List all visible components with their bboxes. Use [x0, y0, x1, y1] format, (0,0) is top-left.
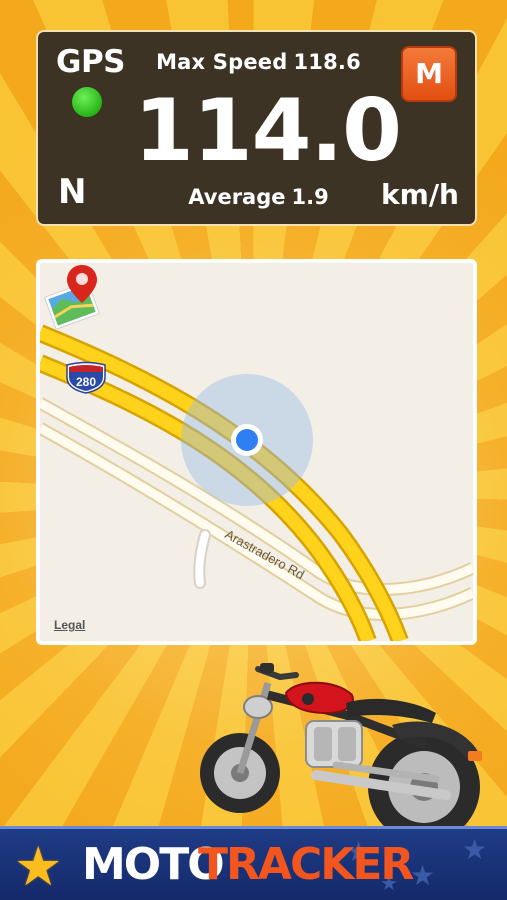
motorcycle-illustration	[200, 663, 482, 843]
highway-shield-label: 280	[76, 375, 96, 389]
background-star-icon: ★	[462, 834, 488, 865]
star-icon: ★	[14, 837, 63, 897]
map-view[interactable]: 280 Arastradero Rd Legal	[40, 263, 473, 641]
map-roads: 280 Arastradero Rd	[40, 324, 473, 641]
map-card: 280 Arastradero Rd Legal	[36, 259, 477, 645]
legal-link[interactable]: Legal	[54, 618, 85, 632]
gps-status-indicator	[72, 87, 102, 117]
mode-button[interactable]: M	[401, 46, 457, 102]
average-value: 1.9	[291, 185, 329, 209]
max-speed-value: 118.6	[293, 50, 361, 74]
map-pin-icon[interactable]	[40, 263, 100, 329]
average-label: Average	[188, 185, 286, 209]
current-speed: 114.0	[134, 81, 402, 181]
brand-footer: ★ ★ ★ ★ ★ MOTO TRACKER	[0, 826, 507, 900]
speed-panel: GPS N Max Speed 118.6 114.0 Average 1.9 km…	[36, 30, 477, 226]
background-star-icon: ★	[410, 860, 436, 891]
brand-name-tracker: TRACKER	[198, 839, 414, 890]
speed-unit: km/h	[381, 178, 459, 211]
max-speed-label: Max Speed	[156, 50, 288, 74]
